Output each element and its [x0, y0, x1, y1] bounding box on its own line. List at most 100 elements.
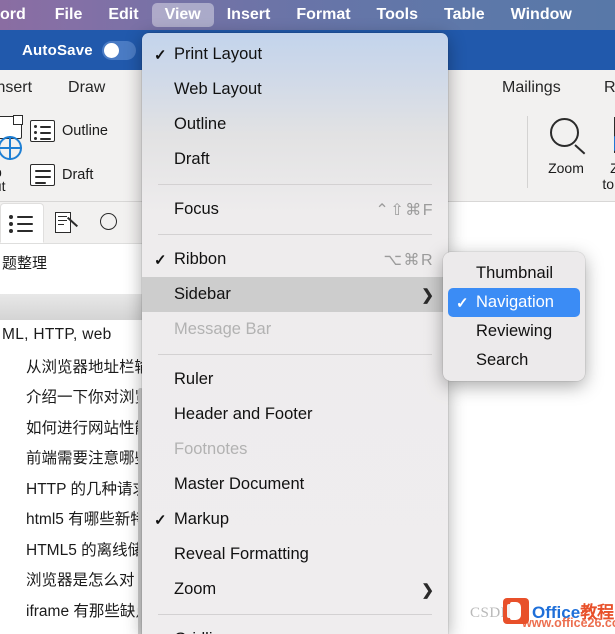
autosave-toggle[interactable] — [101, 40, 136, 60]
view-dropdown-menu[interactable]: ✓ Print Layout Web Layout Outline Draft … — [142, 33, 448, 634]
menu-item-label: Footnotes — [174, 440, 248, 458]
submenu-item-label: Search — [476, 351, 529, 369]
menu-item-sidebar[interactable]: Sidebar ❯ — [142, 277, 448, 312]
chevron-right-icon: ❯ — [421, 286, 434, 304]
submenu-item-label: Reviewing — [476, 322, 553, 340]
zoom-button[interactable]: Zoom — [536, 116, 596, 177]
zoom-100-label-2: to 100% — [602, 175, 615, 192]
search-icon — [98, 211, 122, 235]
menu-item-shortcut: ⌥⌘R — [383, 251, 434, 269]
document-edit-icon — [53, 210, 79, 236]
macos-menubar[interactable]: ord File Edit View Insert Format Tools T… — [0, 0, 615, 30]
menu-item-label: Markup — [174, 510, 230, 528]
menu-item-markup[interactable]: ✓ Markup — [142, 502, 448, 537]
list-item[interactable]: 从浏览器地址栏输 — [0, 351, 152, 382]
zoom-button-label: Zoom — [548, 160, 584, 176]
menu-item-label: Message Bar — [174, 320, 272, 338]
menu-item-label: Draft — [174, 150, 210, 168]
menu-item-focus[interactable]: Focus ⌃⇧⌘F — [142, 192, 448, 227]
magnifier-icon — [536, 116, 596, 158]
menubar-item-insert[interactable]: Insert — [214, 3, 284, 27]
menu-item-label: Reveal Formatting — [174, 545, 309, 563]
menu-item-label: Print Layout — [174, 45, 263, 63]
checkmark-icon: ✓ — [154, 511, 167, 529]
zoom-100-button[interactable]: 100 Zoom to 100% — [598, 116, 615, 192]
list-item[interactable]: iframe 有那些缺点 — [0, 595, 152, 626]
tab-review[interactable]: Rev — [586, 79, 615, 97]
menu-item-label: Outline — [174, 115, 227, 133]
menu-item-draft[interactable]: Draft — [142, 142, 448, 177]
menu-item-outline[interactable]: Outline — [142, 107, 448, 142]
web-layout-button[interactable]: b out — [0, 115, 23, 194]
menu-item-label: Master Document — [174, 475, 305, 493]
list-item[interactable]: 介绍一下你对浏览 — [0, 381, 152, 412]
watermark: CSDN Office教程网 www.office26.com — [470, 596, 615, 634]
list-item[interactable]: HTTP 的几种请求 — [0, 473, 152, 504]
menubar-item-tools[interactable]: Tools — [364, 3, 431, 27]
page-icon: 100 — [598, 116, 615, 158]
checkmark-icon: ✓ — [456, 294, 469, 312]
list-item[interactable]: html5 有哪些新特 — [0, 503, 152, 534]
menu-item-message-bar: Message Bar — [142, 312, 448, 347]
submenu-item-thumbnail[interactable]: Thumbnail — [448, 259, 580, 288]
list-item[interactable]: 如何进行网站性能 — [0, 412, 152, 443]
outline-view-button[interactable]: Outline — [30, 120, 108, 142]
menubar-item-format[interactable]: Format — [283, 3, 363, 27]
menubar-item-word[interactable]: ord — [0, 3, 42, 27]
menu-divider — [158, 354, 432, 355]
menu-item-web-layout[interactable]: Web Layout — [142, 72, 448, 107]
tab-insert[interactable]: Insert — [0, 79, 50, 97]
web-layout-label-2: out — [0, 178, 6, 194]
menu-divider — [158, 184, 432, 185]
submenu-item-reviewing[interactable]: Reviewing — [448, 317, 580, 346]
submenu-item-search[interactable]: Search — [448, 346, 580, 375]
chevron-right-icon: ❯ — [421, 581, 434, 599]
menu-item-master-document[interactable]: Master Document — [142, 467, 448, 502]
tab-mailings[interactable]: Mailings — [484, 79, 579, 97]
list-item[interactable]: HTML5 的离线储 — [0, 534, 152, 565]
menu-item-label: Focus — [174, 200, 219, 218]
zoom-100-label-1: Zoom — [610, 160, 615, 176]
menu-item-label: Web Layout — [174, 80, 262, 98]
list-icon — [8, 212, 36, 234]
menu-item-label: Zoom — [174, 580, 217, 598]
list-item[interactable]: ML, HTTP, web — [0, 320, 152, 351]
list-item[interactable]: 前端需要注意哪些 — [0, 442, 152, 473]
menu-item-shortcut: ⌃⇧⌘F — [375, 201, 434, 219]
menubar-item-edit[interactable]: Edit — [95, 3, 151, 27]
checkmark-icon: ✓ — [154, 251, 167, 269]
ribbon-group-views: b out Outline — [0, 112, 132, 194]
nav-tool-edit-icon[interactable] — [44, 203, 88, 243]
tab-draw[interactable]: Draw — [50, 79, 123, 97]
menu-item-zoom[interactable]: Zoom ❯ — [142, 572, 448, 607]
autosave-label: AutoSave — [22, 41, 93, 59]
navigation-heading-list[interactable]: ML, HTTP, web 从浏览器地址栏输 介绍一下你对浏览 如何进行网站性能… — [0, 320, 152, 625]
menu-item-label: Header and Footer — [174, 405, 313, 423]
outline-view-label: Outline — [62, 123, 108, 139]
navigation-pane-title: 题整理 — [2, 254, 48, 272]
menubar-item-view[interactable]: View — [151, 3, 214, 27]
menu-item-header-and-footer[interactable]: Header and Footer — [142, 397, 448, 432]
menu-item-ribbon[interactable]: ✓ Ribbon ⌥⌘R — [142, 242, 448, 277]
menu-item-label: Ruler — [174, 370, 214, 388]
menu-item-reveal-formatting[interactable]: Reveal Formatting — [142, 537, 448, 572]
navigation-pane-toolbar[interactable] — [0, 202, 150, 244]
menu-item-ruler[interactable]: Ruler — [142, 362, 448, 397]
list-item[interactable]: 浏览器是怎么对 — [0, 564, 152, 595]
submenu-item-navigation[interactable]: ✓ Navigation — [448, 288, 580, 317]
draft-view-button[interactable]: Draft — [30, 164, 93, 186]
checkmark-icon: ✓ — [154, 46, 167, 64]
nav-tool-search-icon[interactable] — [88, 203, 132, 243]
menubar-item-file[interactable]: File — [42, 3, 96, 27]
menu-divider — [158, 234, 432, 235]
menubar-item-window[interactable]: Window — [498, 3, 585, 27]
menu-item-print-layout[interactable]: ✓ Print Layout — [142, 37, 448, 72]
menu-item-gridlines[interactable]: Gridlines — [142, 622, 448, 634]
menubar-item-table[interactable]: Table — [431, 3, 498, 27]
nav-tool-headings-icon[interactable] — [0, 202, 44, 243]
draft-view-label: Draft — [62, 167, 94, 183]
menu-item-label: Ribbon — [174, 250, 227, 268]
nav-spacer — [0, 280, 150, 294]
sidebar-submenu[interactable]: Thumbnail ✓ Navigation Reviewing Search — [443, 252, 585, 381]
menu-item-footnotes: Footnotes — [142, 432, 448, 467]
